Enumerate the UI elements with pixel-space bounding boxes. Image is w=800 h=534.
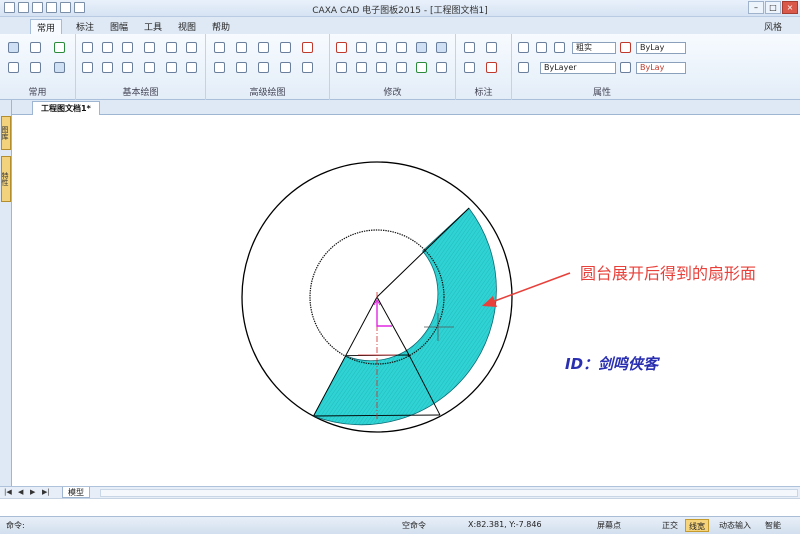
lineweight-toggle[interactable]: 线宽 [685, 519, 709, 532]
dynamic-input-toggle[interactable]: 动态输入 [716, 519, 754, 532]
cone-edge-left [345, 296, 378, 356]
nav-last-button[interactable]: ▶| [42, 488, 50, 496]
horizontal-scrollbar[interactable] [100, 489, 798, 497]
caxa-cad-window: CAXA CAD 电子图板2015 - [工程图文档1] – □ × 常用 标注… [0, 0, 800, 534]
command-area[interactable] [0, 498, 800, 516]
watermark-text: ID：剑鸣侠客 [565, 355, 661, 373]
command-status: 空命令 [402, 521, 426, 530]
layout-bar: |◀ ◀ ▶ ▶| 模型 [0, 486, 800, 498]
smart-snap-toggle[interactable]: 智能 [762, 519, 784, 532]
coordinate-readout: X:82.381, Y:-7.846 [468, 520, 542, 529]
status-bar: 命令: 空命令 X:82.381, Y:-7.846 屏幕点 正交 线宽 动态输… [0, 516, 800, 534]
drawing-svg: 圆台展开后得到的扇形面 ID：剑鸣侠客 [241, 161, 756, 433]
drawing-canvas[interactable]: 圆台展开后得到的扇形面 ID：剑鸣侠客 [12, 115, 800, 486]
annotation-text: 圆台展开后得到的扇形面 [580, 264, 756, 283]
nav-first-button[interactable]: |◀ [4, 488, 12, 496]
nav-prev-button[interactable]: ◀ [18, 488, 23, 496]
command-prompt: 命令: [6, 521, 25, 530]
snap-mode[interactable]: 屏幕点 [597, 520, 621, 531]
nav-next-button[interactable]: ▶ [30, 488, 35, 496]
annotation-arrow [491, 272, 571, 303]
tab-model[interactable]: 模型 [62, 487, 90, 498]
ortho-toggle[interactable]: 正交 [659, 519, 681, 532]
